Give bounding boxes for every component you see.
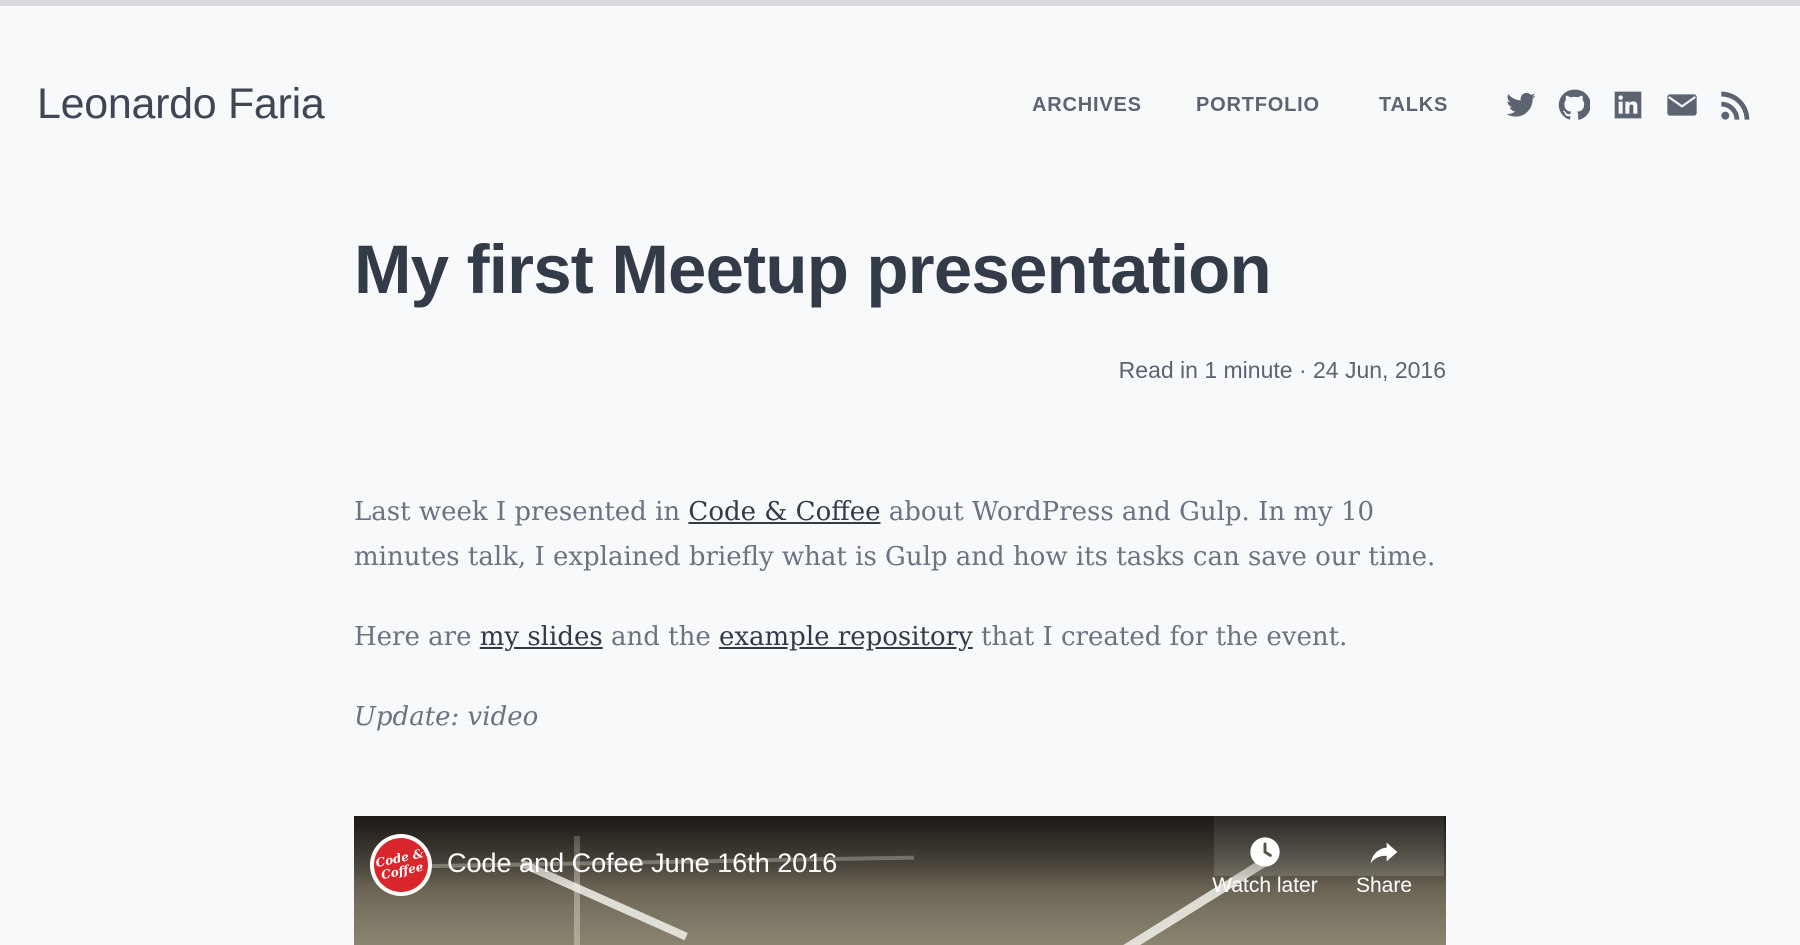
site-header: Leonardo Faria ARCHIVES PORTFOLIO TALKS [0, 0, 1800, 180]
share-label: Share [1355, 874, 1413, 897]
example-repository-link[interactable]: example repository [719, 622, 973, 652]
paragraph-links: Here are my slides and the example repos… [354, 615, 1454, 660]
github-icon[interactable] [1558, 89, 1590, 121]
nav-talks[interactable]: TALKS [1379, 94, 1448, 117]
post-content: Last week I presented in Code & Coffee a… [354, 490, 1454, 775]
text: that I created for the event. [972, 622, 1348, 652]
update-note: Update: video [354, 695, 1454, 740]
channel-logo-text: Code & Coffee [368, 832, 434, 898]
rss-icon[interactable] [1720, 89, 1752, 121]
my-slides-link[interactable]: my slides [480, 622, 603, 652]
clock-icon [1250, 837, 1280, 867]
linkedin-icon[interactable] [1612, 89, 1644, 121]
update-text: Update: video [354, 702, 539, 732]
video-embed[interactable]: Code & Coffee Code and Cofee June 16th 2… [354, 816, 1446, 945]
nav-archives[interactable]: ARCHIVES [1032, 94, 1142, 117]
paragraph-intro: Last week I presented in Code & Coffee a… [354, 490, 1454, 580]
watch-later-button[interactable]: Watch later [1200, 836, 1330, 898]
email-icon[interactable] [1666, 89, 1698, 121]
post-title: My first Meetup presentation [354, 231, 1272, 308]
share-button[interactable]: Share [1339, 836, 1429, 898]
twitter-icon[interactable] [1505, 89, 1537, 121]
share-arrow-icon [1370, 842, 1398, 864]
code-and-coffee-link[interactable]: Code & Coffee [688, 497, 880, 527]
post-meta: Read in 1 minute · 24 Jun, 2016 [1118, 357, 1446, 383]
text: Last week I presented in [354, 497, 689, 527]
watch-later-label: Watch later [1212, 874, 1318, 897]
video-title[interactable]: Code and Cofee June 16th 2016 [447, 848, 837, 879]
text: and the [602, 622, 719, 652]
site-logo[interactable]: Leonardo Faria [37, 80, 325, 129]
text: Here are [354, 622, 480, 652]
channel-avatar[interactable]: Code & Coffee [368, 832, 434, 898]
nav-portfolio[interactable]: PORTFOLIO [1196, 94, 1320, 117]
